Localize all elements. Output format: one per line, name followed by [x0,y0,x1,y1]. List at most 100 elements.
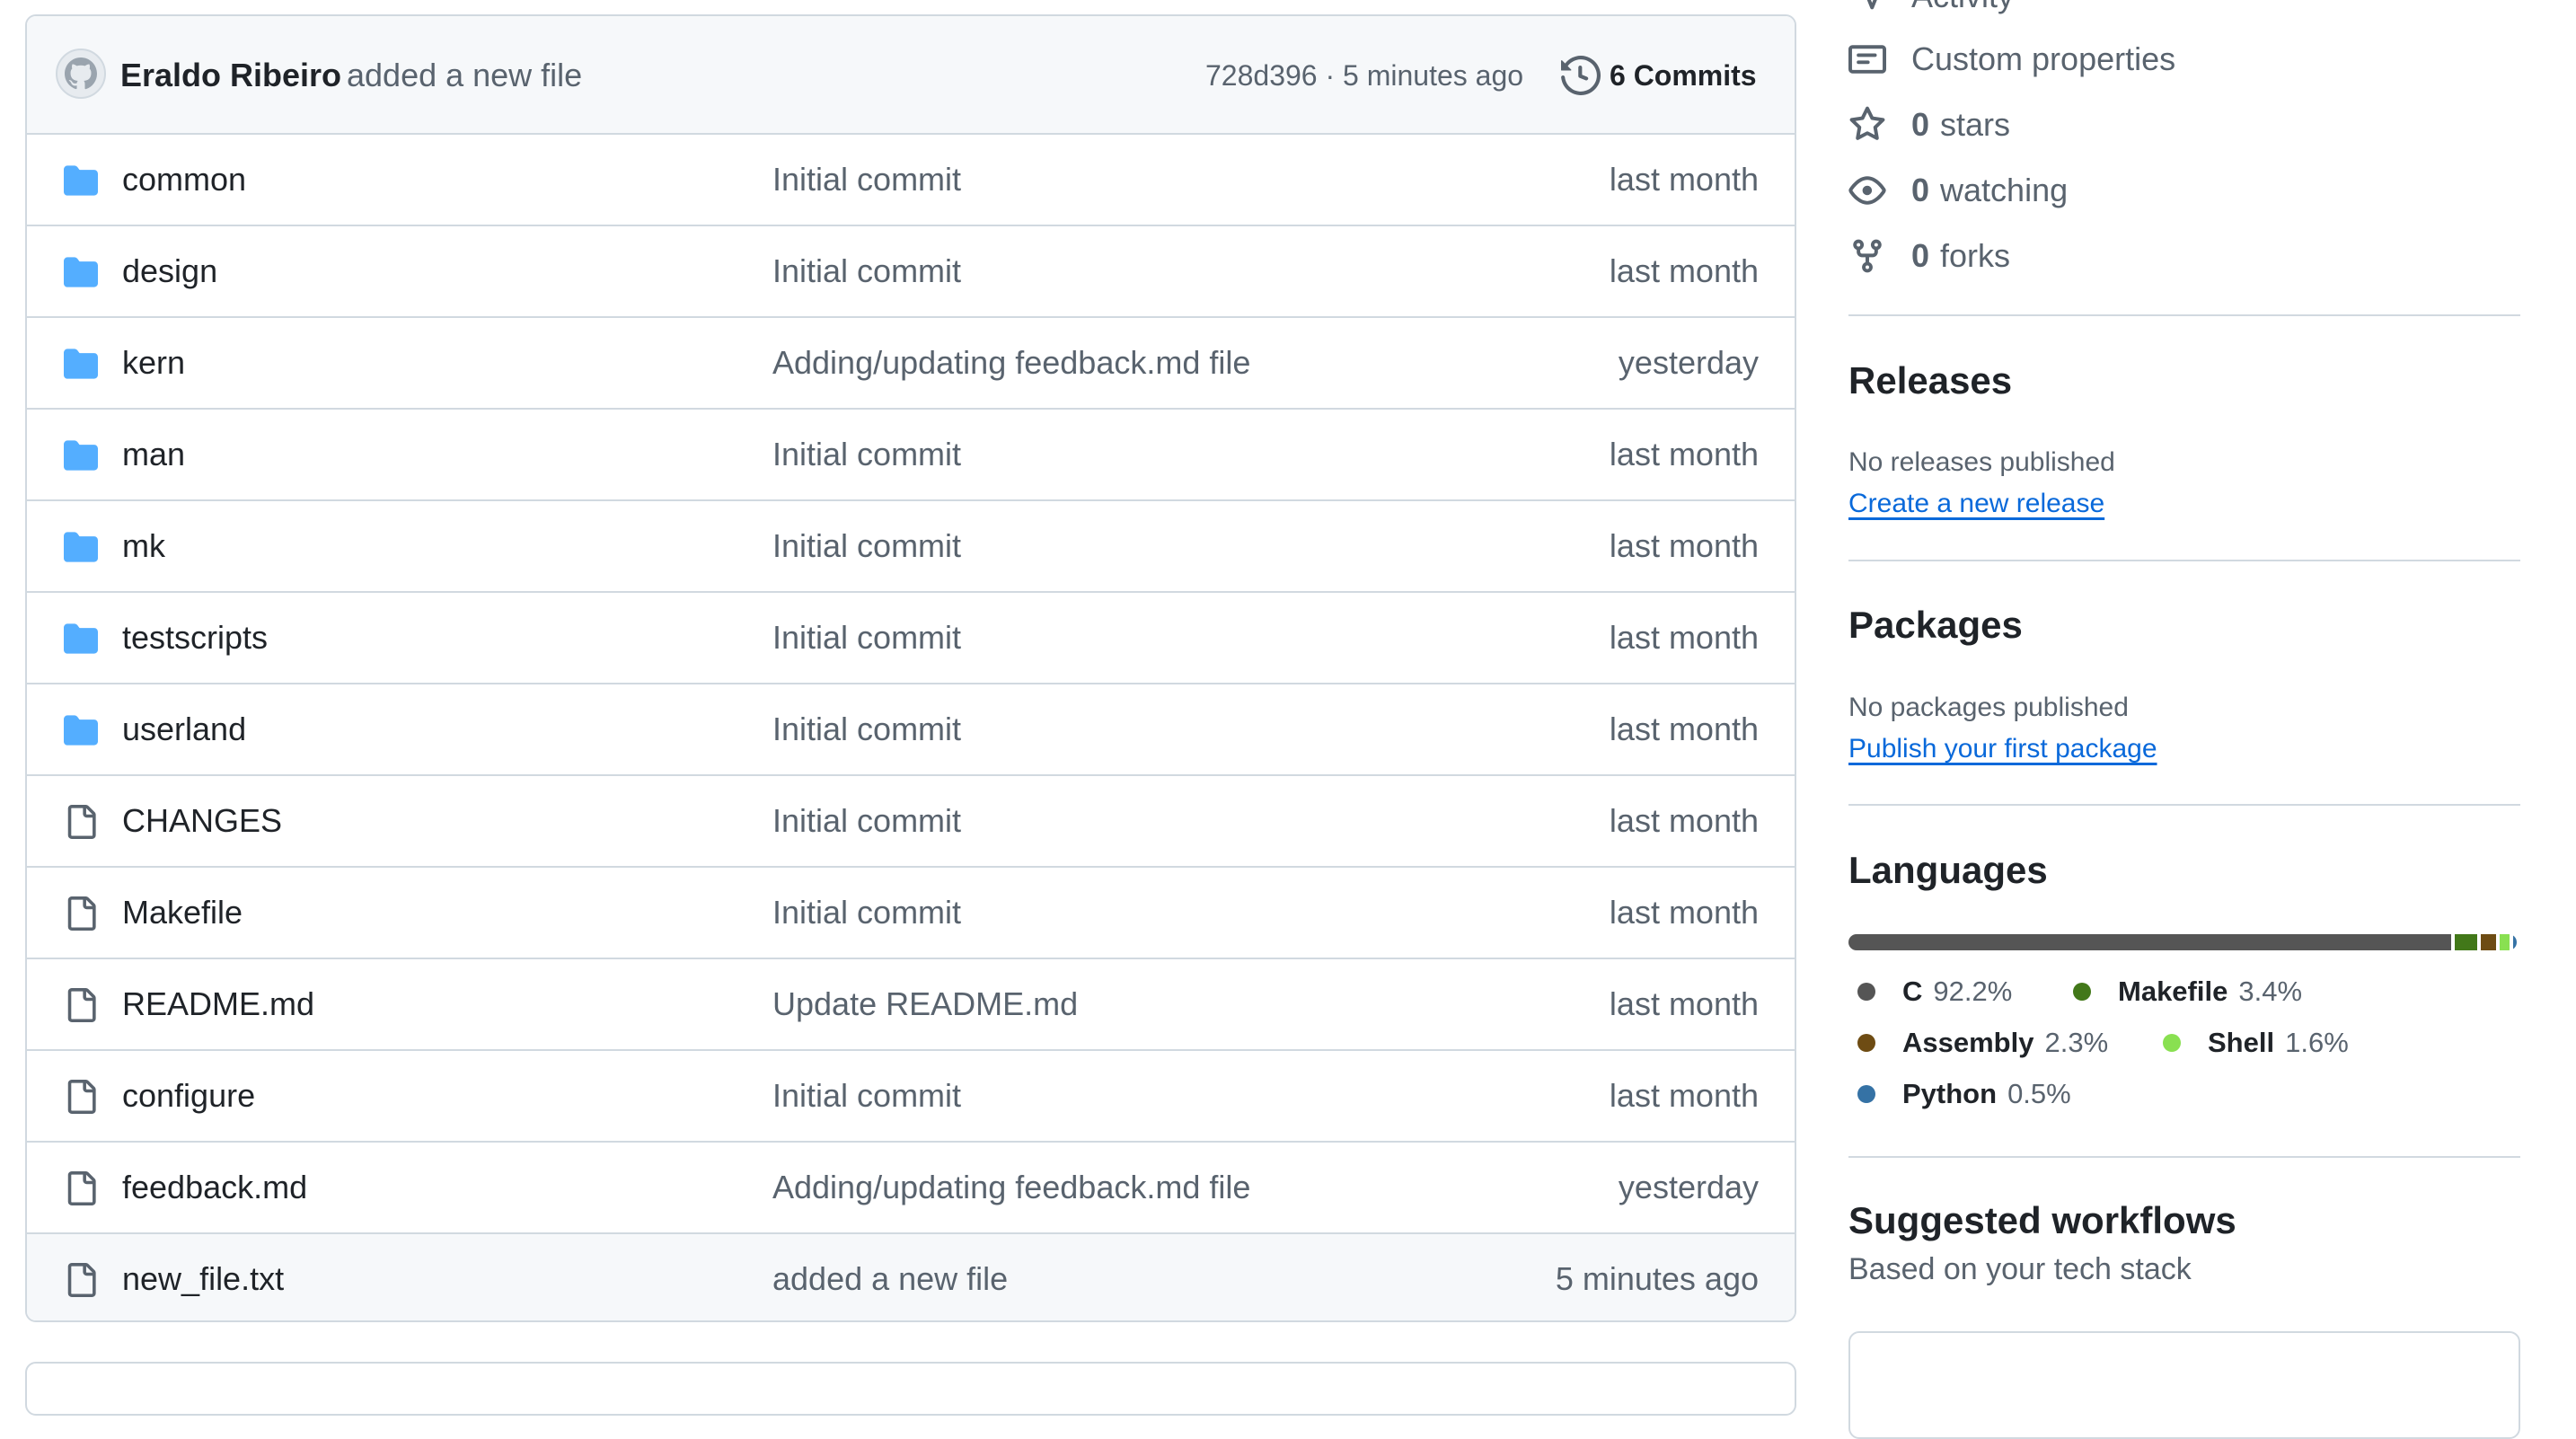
file-row[interactable]: design Initial commit last month [27,226,1795,318]
file-commit-time: last month [1609,894,1759,931]
file-commit-time: last month [1609,527,1759,564]
file-row[interactable]: man Initial commit last month [27,410,1795,501]
file-name[interactable]: configure [122,1051,255,1141]
file-commit-message[interactable]: Initial commit [772,593,961,683]
forks-link[interactable]: 0 forks [1848,233,2010,279]
file-row[interactable]: feedback.md Adding/updating feedback.md f… [27,1143,1795,1234]
file-name[interactable]: feedback.md [122,1143,307,1232]
commit-hash-time[interactable]: 728d396 · 5 minutes ago [1205,16,1523,135]
file-name[interactable]: userland [122,684,246,774]
folder-icon [61,713,101,747]
file-commit-message[interactable]: Initial commit [772,1051,961,1141]
language-legend-item[interactable]: C 92.2% [1848,967,2012,1017]
workflow-card[interactable] [1848,1331,2520,1439]
file-name[interactable]: testscripts [122,593,268,683]
folder-icon [61,255,101,289]
file-commit-message[interactable]: Initial commit [772,868,961,958]
workflows-subtitle: Based on your tech stack [1848,1252,2192,1286]
file-name[interactable]: CHANGES [122,776,282,866]
history-icon [1561,56,1601,95]
file-icon [61,1171,101,1205]
folder-icon [61,347,101,381]
languages-heading: Languages [1848,849,2048,891]
file-name[interactable]: new_file.txt [122,1234,284,1320]
file-commit-message[interactable]: Adding/updating feedback.md file [772,1143,1250,1232]
file-commit-message[interactable]: Adding/updating feedback.md file [772,318,1250,408]
file-commit-message[interactable]: Initial commit [772,135,961,225]
file-name[interactable]: README.md [122,959,314,1049]
language-bar-segment[interactable] [2513,934,2517,950]
file-row[interactable]: Makefile Initial commit last month [27,868,1795,959]
file-listing: Eraldo Ribeiro added a new file 728d396 … [25,14,1796,1322]
file-row[interactable]: configure Initial commit last month [27,1051,1795,1143]
activity-label: Activity [1911,0,2014,15]
file-row[interactable]: README.md Update README.md last month [27,959,1795,1051]
commit-author[interactable]: Eraldo Ribeiro [120,16,341,135]
file-commit-message[interactable]: Initial commit [772,501,961,591]
releases-empty-text: No releases published [1848,447,2115,477]
commits-button[interactable]: 6 Commits [1561,50,1757,101]
language-bar-segment[interactable] [2455,934,2477,950]
file-commit-message[interactable]: Initial commit [772,776,961,866]
language-percent: 92.2% [1933,976,2013,1007]
stars-count: 0 [1911,106,1930,143]
packages-heading[interactable]: Packages [1848,604,2023,647]
file-name[interactable]: common [122,135,246,225]
file-commit-time: last month [1609,252,1759,289]
file-commit-time: last month [1609,985,1759,1022]
github-mark-icon [65,57,97,90]
language-legend-item[interactable]: Shell 1.6% [2154,1018,2349,1068]
stars-link[interactable]: 0 stars [1848,102,2010,148]
divider [1848,804,2520,806]
language-name: C [1902,976,1923,1007]
workflows-heading: Suggested workflows [1848,1199,2236,1241]
watching-link[interactable]: 0 watching [1848,167,2068,214]
file-commit-message[interactable]: Update README.md [772,959,1078,1049]
file-name[interactable]: mk [122,501,165,591]
releases-heading[interactable]: Releases [1848,359,2012,402]
pulse-icon [1866,0,1877,10]
forks-count: 0 [1911,237,1930,274]
language-bar-segment[interactable] [2480,934,2496,950]
file-name[interactable]: kern [122,318,185,408]
file-row[interactable]: common Initial commit last month [27,135,1795,226]
file-name[interactable]: Makefile [122,868,243,958]
watching-label: watching [1940,172,2069,208]
create-release-link[interactable]: Create a new release [1848,489,2104,519]
file-commit-message[interactable]: Initial commit [772,226,961,316]
custom-properties-link[interactable]: Custom properties [1848,36,2175,83]
avatar[interactable] [56,49,106,99]
file-row[interactable]: userland Initial commit last month [27,684,1795,776]
commit-message[interactable]: added a new file [347,16,582,135]
language-legend-item[interactable]: Python 0.5% [1848,1069,2071,1119]
language-color-dot [2163,1034,2181,1052]
file-row[interactable]: CHANGES Initial commit last month [27,776,1795,868]
divider [1848,1156,2520,1158]
forks-label: forks [1940,237,2011,274]
language-legend-item[interactable]: Makefile 3.4% [2064,967,2302,1017]
folder-icon [61,530,101,564]
publish-package-link[interactable]: Publish your first package [1848,734,2157,764]
file-commit-message[interactable]: Initial commit [772,410,961,499]
file-commit-message[interactable]: added a new file [772,1234,1008,1320]
file-row[interactable]: testscripts Initial commit last month [27,593,1795,684]
file-row[interactable]: kern Adding/updating feedback.md file yest… [27,318,1795,410]
language-bar-segment[interactable] [1848,934,2452,950]
language-legend-item[interactable]: Assembly 2.3% [1848,1018,2108,1068]
language-name: Python [1902,1078,1998,1109]
file-icon [61,1080,101,1114]
file-commit-message[interactable]: Initial commit [772,684,961,774]
fork-icon [1853,239,1882,273]
activity-link[interactable]: Activity [1848,0,2014,20]
file-commit-time: last month [1609,802,1759,839]
readme-box [25,1362,1796,1416]
languages-bar[interactable] [1848,934,2517,950]
language-bar-segment[interactable] [2499,934,2510,950]
file-row[interactable]: new_file.txt added a new file 5 minutes ag… [27,1234,1795,1320]
divider [1848,560,2520,561]
file-name[interactable]: man [122,410,185,499]
file-name[interactable]: design [122,226,217,316]
folder-icon [61,438,101,472]
language-name: Shell [2208,1027,2275,1058]
file-row[interactable]: mk Initial commit last month [27,501,1795,593]
